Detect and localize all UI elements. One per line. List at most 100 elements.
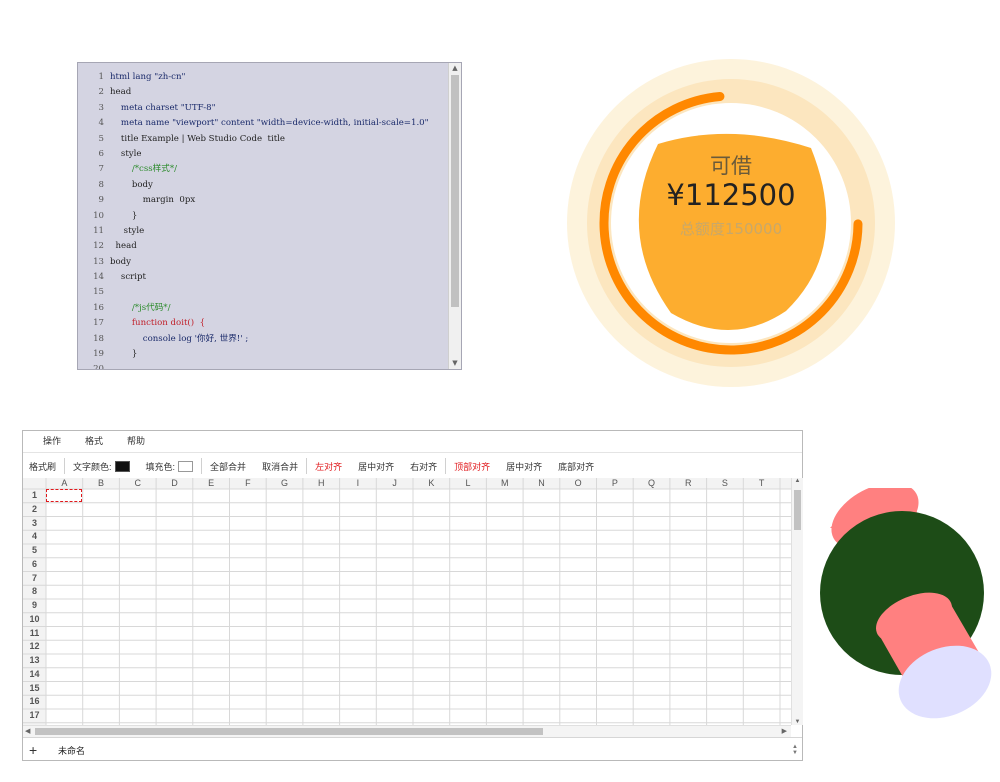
align-left-button[interactable]: 左对齐 [315, 460, 342, 473]
horizontal-scroll-thumb[interactable] [35, 728, 543, 735]
code-text: title Example | Web Studio Code title [110, 133, 286, 144]
grid-vertical-scrollbar[interactable]: ▲ ▼ [791, 478, 803, 725]
add-sheet-button[interactable]: + [29, 742, 43, 758]
menu-help[interactable]: 帮助 [127, 431, 145, 451]
cell-grid[interactable]: A B C D E F G H I J K L M N O P Q R S T 1 2 3 4 5 6 7 8 9 10 11 12 13 14 1… [23, 478, 791, 725]
code-line[interactable]: 2 head [78, 85, 449, 100]
align-middle-button[interactable]: 居中对齐 [506, 460, 542, 473]
column-header[interactable]: E [193, 478, 230, 489]
scroll-down-arrow-icon[interactable]: ▼ [792, 719, 803, 725]
toolbar-divider [445, 458, 447, 474]
row-header[interactable]: 10 [23, 613, 46, 627]
column-header[interactable]: O [560, 478, 597, 489]
scroll-up-arrow-icon[interactable]: ▲ [792, 478, 803, 484]
line-number: 7 [98, 164, 104, 175]
row-header[interactable]: 17 [23, 709, 46, 723]
column-header[interactable]: A [46, 478, 83, 489]
column-header[interactable]: Q [633, 478, 670, 489]
column-header[interactable]: I [340, 478, 377, 489]
code-line[interactable]: 20 [78, 362, 449, 369]
menu-operate[interactable]: 操作 [43, 431, 61, 451]
column-header[interactable]: D [156, 478, 193, 489]
code-line[interactable]: 13 body [78, 255, 449, 270]
scroll-up-arrow-icon[interactable]: ▲ [449, 63, 461, 74]
row-header[interactable]: 9 [23, 599, 46, 613]
column-header[interactable]: L [450, 478, 487, 489]
column-header[interactable]: R [670, 478, 707, 489]
code-text: /*js代码*/ [110, 302, 171, 313]
line-number: 3 [98, 102, 104, 113]
column-header[interactable]: K [413, 478, 450, 489]
format-painter-button[interactable]: 格式刷 [29, 460, 56, 473]
fill-color-button[interactable]: 填充色: [146, 460, 194, 473]
code-line[interactable]: 9 margin 0px [78, 193, 449, 208]
scroll-down-arrow-icon[interactable]: ▼ [449, 358, 461, 369]
code-line[interactable]: 16 /*js代码*/ [78, 301, 449, 316]
row-header[interactable]: 5 [23, 544, 46, 558]
column-header[interactable]: B [83, 478, 120, 489]
row-header[interactable]: 3 [23, 517, 46, 531]
code-line[interactable]: 10 } [78, 209, 449, 224]
scroll-left-arrow-icon[interactable]: ◀ [25, 726, 30, 737]
column-header[interactable]: N [523, 478, 560, 489]
column-header[interactable]: J [376, 478, 413, 489]
align-center-button[interactable]: 居中对齐 [358, 460, 394, 473]
code-line[interactable]: 17 function doit() { [78, 316, 449, 331]
merge-all-button[interactable]: 全部合并 [210, 460, 246, 473]
align-right-button[interactable]: 右对齐 [410, 460, 437, 473]
code-line[interactable]: 14 script [78, 270, 449, 285]
code-line[interactable]: 4 meta name "viewport" content "width=de… [78, 116, 449, 131]
code-text: console log '你好, 世界!' ; [110, 333, 249, 344]
code-line[interactable]: 1 html lang "zh-cn" [78, 70, 449, 85]
editor-scrollbar[interactable]: ▲ ▼ [448, 63, 461, 369]
align-top-button[interactable]: 顶部对齐 [454, 460, 490, 473]
code-text: } [110, 210, 138, 221]
column-header[interactable]: H [303, 478, 340, 489]
unmerge-button[interactable]: 取消合并 [262, 460, 298, 473]
selected-cell[interactable] [46, 489, 82, 502]
column-header[interactable]: S [707, 478, 744, 489]
scroll-right-arrow-icon[interactable]: ▶ [782, 726, 787, 737]
font-color-button[interactable]: 文字颜色: [73, 460, 130, 473]
code-editor[interactable]: 1 html lang "zh-cn" 2 head 3 meta charset "U… [77, 62, 462, 370]
column-header[interactable]: T [743, 478, 780, 489]
code-line[interactable]: 18 console log '你好, 世界!' ; [78, 332, 449, 347]
code-line[interactable]: 19 } [78, 347, 449, 362]
code-line[interactable]: 11 style [78, 224, 449, 239]
code-line[interactable]: 6 style [78, 147, 449, 162]
tab-scroll-icon[interactable]: ▲ ▼ [792, 744, 798, 756]
row-header[interactable]: 12 [23, 640, 46, 654]
code-line[interactable]: 3 meta charset "UTF-8" [78, 101, 449, 116]
menu-format[interactable]: 格式 [85, 431, 103, 451]
row-header[interactable]: 4 [23, 530, 46, 544]
row-header[interactable]: 14 [23, 668, 46, 682]
grid-horizontal-scrollbar[interactable]: ◀ ▶ [23, 725, 791, 737]
row-header[interactable]: 6 [23, 558, 46, 572]
column-header[interactable]: G [266, 478, 303, 489]
row-header[interactable]: 8 [23, 585, 46, 599]
column-header[interactable]: P [597, 478, 634, 489]
row-header[interactable]: 13 [23, 654, 46, 668]
row-header[interactable]: 1 [23, 489, 46, 503]
fill-color-label: 填充色: [145, 461, 176, 472]
code-line[interactable]: 8 body [78, 178, 449, 193]
code-line[interactable]: 12 head [78, 239, 449, 254]
align-bottom-button[interactable]: 底部对齐 [558, 460, 594, 473]
font-color-swatch[interactable] [114, 460, 130, 472]
vertical-scroll-thumb[interactable] [794, 490, 801, 530]
row-header[interactable]: 7 [23, 572, 46, 586]
code-line[interactable]: 15 [78, 285, 449, 300]
row-header[interactable]: 11 [23, 627, 46, 641]
code-line[interactable]: 7 /*css样式*/ [78, 162, 449, 177]
column-header[interactable]: C [119, 478, 156, 489]
sheet-tab[interactable]: 未命名 [52, 741, 92, 759]
code-lines[interactable]: 1 html lang "zh-cn" 2 head 3 meta charset "U… [78, 70, 449, 369]
row-header[interactable]: 2 [23, 503, 46, 517]
column-header[interactable]: F [230, 478, 267, 489]
code-line[interactable]: 5 title Example | Web Studio Code title [78, 132, 449, 147]
fill-color-swatch[interactable] [178, 460, 194, 472]
editor-scroll-thumb[interactable] [451, 75, 459, 307]
row-header[interactable]: 15 [23, 682, 46, 696]
column-header[interactable]: M [486, 478, 523, 489]
row-header[interactable]: 16 [23, 695, 46, 709]
